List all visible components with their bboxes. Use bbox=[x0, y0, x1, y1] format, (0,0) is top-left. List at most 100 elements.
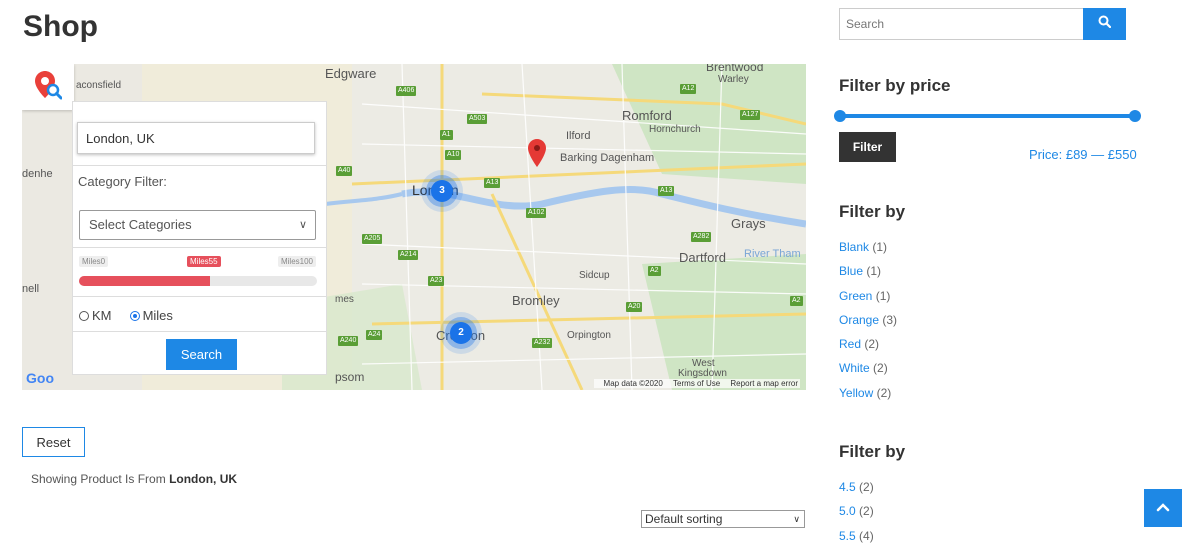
chevron-up-icon bbox=[1156, 499, 1170, 517]
location-filter-panel: London, UK Category Filter: Select Categ… bbox=[72, 101, 327, 375]
price-range-text: Price: £89 — £550 bbox=[1029, 147, 1137, 162]
color-filter-list: Blank (1) Blue (1) Green (1) Orange (3) … bbox=[839, 235, 897, 405]
filter-link-5-0[interactable]: 5.0 bbox=[839, 504, 856, 518]
filter-count: (1) bbox=[875, 288, 891, 303]
price-max-handle[interactable] bbox=[1129, 110, 1141, 122]
list-item: White (2) bbox=[839, 356, 897, 380]
unit-radio-group: KM Miles bbox=[79, 308, 173, 323]
reset-button[interactable]: Reset bbox=[22, 427, 85, 457]
map-label-warley: Warley bbox=[718, 74, 749, 85]
road-shield: A503 bbox=[467, 114, 488, 124]
map-data-text: Map data ©2020 bbox=[603, 379, 663, 388]
radius-slider-fill bbox=[79, 276, 210, 286]
map-label-grays: Grays bbox=[731, 216, 766, 231]
map-label-barking: Barking Dagenham bbox=[560, 152, 655, 164]
filter-link-yellow[interactable]: Yellow bbox=[839, 386, 873, 400]
filter-count: (1) bbox=[866, 264, 882, 279]
km-radio[interactable] bbox=[79, 311, 89, 321]
map-label-epsom: psom bbox=[335, 370, 365, 384]
road-shield: A232 bbox=[532, 338, 553, 348]
size-filter-list: 4.5 (2) 5.0 (2) 5.5 (4) bbox=[839, 475, 874, 548]
store-locator-map[interactable]: Edgware Brentwood Warley aconsfield Romf… bbox=[22, 64, 806, 390]
map-label-mes: mes bbox=[335, 294, 354, 305]
map-label-romford: Romford bbox=[622, 108, 672, 123]
filter-link-blank[interactable]: Blank bbox=[839, 240, 869, 254]
map-pin-search-icon bbox=[34, 70, 63, 105]
radius-slider[interactable] bbox=[79, 276, 317, 286]
price-filter-title: Filter by price bbox=[839, 76, 951, 95]
map-report-link[interactable]: Report a map error bbox=[730, 379, 798, 388]
road-shield: A40 bbox=[336, 166, 353, 176]
sidebar-search-button[interactable] bbox=[1083, 8, 1126, 40]
price-min-handle[interactable] bbox=[834, 110, 846, 122]
filter-link-4-5[interactable]: 4.5 bbox=[839, 480, 856, 494]
list-item: 4.5 (2) bbox=[839, 475, 874, 499]
price-range-slider[interactable] bbox=[834, 110, 1141, 122]
miles-label: Miles bbox=[142, 308, 173, 323]
showing-location: London, UK bbox=[169, 472, 238, 486]
map-label-river: River Tham bbox=[744, 248, 801, 260]
location-input[interactable]: London, UK bbox=[77, 122, 315, 154]
road-shield: A10 bbox=[445, 150, 462, 160]
radius-current-label: Miles55 bbox=[187, 256, 221, 267]
divider bbox=[73, 331, 326, 332]
map-label-nell: nell bbox=[22, 283, 40, 295]
map-attribution: Map data ©2020 Terms of Use Report a map… bbox=[593, 379, 800, 388]
road-shield: A23 bbox=[428, 276, 445, 286]
page-title: Shop bbox=[23, 10, 98, 43]
map-label-kingsdown: Kingsdown bbox=[678, 368, 727, 379]
filter-link-red[interactable]: Red bbox=[839, 337, 861, 351]
road-shield: A2 bbox=[790, 296, 803, 306]
map-label-edgware: Edgware bbox=[325, 66, 377, 81]
map-label-sidcup: Sidcup bbox=[579, 270, 610, 281]
filter-link-orange[interactable]: Orange bbox=[839, 313, 879, 327]
showing-location-text: Showing Product Is From London, UK bbox=[31, 472, 237, 486]
road-shield: A24 bbox=[366, 330, 383, 340]
road-shield: A282 bbox=[691, 232, 712, 242]
map-label-orpington: Orpington bbox=[567, 330, 611, 341]
map-label-dartford: Dartford bbox=[679, 250, 726, 265]
road-shield: A13 bbox=[658, 186, 675, 196]
filter-count: (4) bbox=[859, 528, 874, 543]
map-marker-icon[interactable] bbox=[528, 139, 546, 172]
filter-count: (3) bbox=[882, 312, 898, 327]
location-search-button[interactable]: Search bbox=[166, 339, 237, 370]
size-filter-title: Filter by bbox=[839, 442, 906, 461]
road-shield: A1 bbox=[440, 130, 453, 140]
category-filter-label: Category Filter: bbox=[78, 174, 167, 189]
miles-radio[interactable] bbox=[129, 311, 140, 321]
list-item: 5.5 (4) bbox=[839, 524, 874, 548]
back-to-top-button[interactable] bbox=[1144, 489, 1182, 527]
list-item: Blue (1) bbox=[839, 259, 897, 283]
radius-min-label: Miles0 bbox=[79, 256, 109, 267]
category-select[interactable]: Select Categories ∨ bbox=[79, 210, 316, 240]
category-select-value: Select Categories bbox=[89, 217, 192, 232]
filter-link-green[interactable]: Green bbox=[839, 289, 872, 303]
road-shield: A102 bbox=[526, 208, 547, 218]
road-shield: A214 bbox=[398, 250, 419, 260]
map-terms-link[interactable]: Terms of Use bbox=[673, 379, 720, 388]
showing-prefix: Showing Product Is From bbox=[31, 472, 166, 486]
price-filter-button[interactable]: Filter bbox=[839, 132, 896, 162]
filter-count: (2) bbox=[859, 480, 874, 494]
road-shield: A205 bbox=[362, 234, 383, 244]
radius-max-label: Miles100 bbox=[277, 256, 316, 267]
sidebar-search-input[interactable]: Search bbox=[839, 8, 1084, 40]
chevron-down-icon: ∨ bbox=[793, 514, 800, 524]
sorting-select[interactable]: Default sorting ∨ bbox=[641, 510, 805, 528]
marker-cluster[interactable]: 3 bbox=[431, 180, 453, 202]
filter-count: (2) bbox=[859, 504, 874, 519]
filter-link-5-5[interactable]: 5.5 bbox=[839, 529, 856, 543]
chevron-down-icon: ∨ bbox=[298, 219, 307, 231]
color-filter-title: Filter by bbox=[839, 202, 906, 221]
road-shield: A2 bbox=[648, 266, 661, 276]
list-item: Blank (1) bbox=[839, 235, 897, 259]
search-icon bbox=[1098, 15, 1112, 33]
filter-link-white[interactable]: White bbox=[839, 361, 870, 375]
map-locate-button[interactable] bbox=[22, 64, 74, 110]
list-item: Green (1) bbox=[839, 284, 897, 308]
filter-link-blue[interactable]: Blue bbox=[839, 264, 863, 278]
map-label-hornchurch: Hornchurch bbox=[649, 124, 701, 135]
marker-cluster[interactable]: 2 bbox=[450, 322, 472, 344]
divider bbox=[73, 296, 326, 297]
